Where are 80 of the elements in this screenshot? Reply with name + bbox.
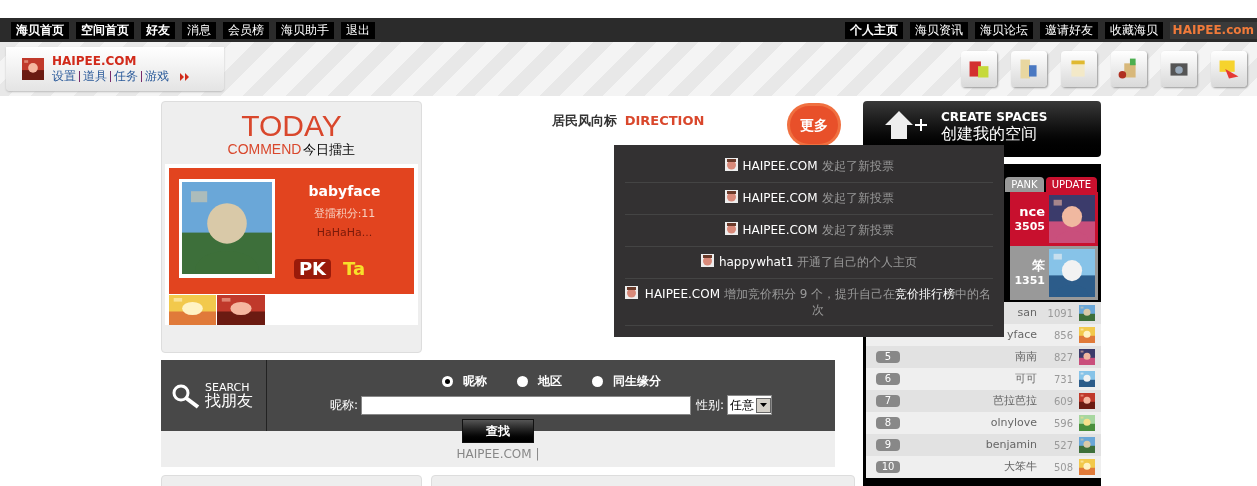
member-score: 1091 xyxy=(1046,306,1074,321)
search-footer: HAIPEE.COM | xyxy=(456,445,540,463)
nav-link[interactable]: 海贝论坛 xyxy=(974,21,1033,39)
rank-badge: 5 xyxy=(876,351,900,363)
rank-badge: 8 xyxy=(876,417,900,429)
rank-badge: 10 xyxy=(876,461,900,473)
champion-score: 登擂积分:11 xyxy=(313,206,376,223)
nav-link[interactable]: 个人主页 xyxy=(844,21,903,39)
activity-text: HAIPEE.COM 发起了新投票 xyxy=(742,190,894,206)
user-link[interactable]: 设置 xyxy=(52,69,76,84)
commend-label: 今日擂主 xyxy=(303,141,356,159)
nav-link[interactable]: 好友 xyxy=(141,21,175,39)
avatar-icon xyxy=(700,254,714,267)
rank-badge: 7 xyxy=(876,395,900,407)
activity-text: HAIPEE.COM 发起了新投票 xyxy=(742,222,894,238)
member-score: 827 xyxy=(1052,350,1074,365)
member-name[interactable]: 芭拉芭拉 xyxy=(900,392,1037,410)
search-button[interactable]: 查找 xyxy=(462,419,534,443)
avatar-icon xyxy=(724,222,738,235)
nav-link[interactable]: 会员榜 xyxy=(223,21,269,39)
double-arrow-icon[interactable] xyxy=(180,72,190,81)
member-score: 596 xyxy=(1052,416,1074,431)
search-icon xyxy=(171,382,201,409)
search-option[interactable]: 昵称 xyxy=(441,372,487,390)
search-option[interactable]: 地区 xyxy=(516,372,562,390)
field-label: 昵称: xyxy=(329,397,358,414)
nav-link[interactable]: 海贝资讯 xyxy=(909,21,968,39)
champion-motto: HaHaHa... xyxy=(316,224,373,241)
caret-icon xyxy=(760,403,768,407)
pk-button[interactable]: PK xyxy=(293,258,331,279)
user-link[interactable]: 任务 xyxy=(114,69,138,84)
nav-link[interactable]: 邀请好友 xyxy=(1039,21,1098,39)
member-score: 527 xyxy=(1052,438,1074,453)
ranking-link[interactable]: 竞价排行榜 xyxy=(895,287,956,301)
avatar-icon xyxy=(625,286,638,299)
user-link[interactable]: 游戏 xyxy=(145,69,169,84)
site-name: HAIPEE.COM xyxy=(52,54,138,69)
rank-tab[interactable]: UPDATE xyxy=(1045,177,1097,192)
nickname-field[interactable] xyxy=(361,395,691,415)
member-score: 609 xyxy=(1052,394,1074,409)
member-name[interactable]: 大笨牛 xyxy=(900,458,1037,476)
gender-select[interactable]: 任意 xyxy=(727,395,773,415)
search-option[interactable]: 同生缘分 xyxy=(591,372,661,390)
app-icon[interactable] xyxy=(1011,51,1047,87)
member-score: 856 xyxy=(1052,328,1074,343)
rank-badge: 6 xyxy=(876,373,900,385)
featured-member[interactable]: nce 3505 xyxy=(1010,192,1098,246)
search-title: 找朋友 xyxy=(205,393,253,409)
nav-link[interactable]: 退出 xyxy=(341,21,375,39)
member-name[interactable]: 可可 xyxy=(900,370,1037,388)
member-name[interactable]: olnylove xyxy=(900,414,1037,432)
app-icon[interactable] xyxy=(1161,51,1197,87)
app-icon[interactable] xyxy=(961,51,997,87)
more-badge[interactable]: 更多 xyxy=(790,106,838,144)
member-score: 508 xyxy=(1052,460,1074,475)
avatar-icon xyxy=(724,158,738,171)
champion-name[interactable]: babyface xyxy=(308,181,381,203)
member-score: 731 xyxy=(1052,372,1074,387)
app-icon[interactable] xyxy=(1211,51,1247,87)
site-logo[interactable]: HAIPEE.com xyxy=(1169,21,1257,39)
nav-link[interactable]: 收藏海贝 xyxy=(1104,21,1163,39)
activity-text: happywhat1 开通了自己的个人主页 xyxy=(718,254,918,270)
today-title: TODAY xyxy=(241,112,342,140)
member-name[interactable]: benjamin xyxy=(900,436,1037,454)
search-title-en: SEARCH xyxy=(205,382,250,393)
app-icon[interactable] xyxy=(1111,51,1147,87)
section-title: 居民风向标 xyxy=(551,112,617,130)
user-link[interactable]: 道具 xyxy=(83,69,107,84)
section-title-en: DIRECTION xyxy=(624,112,705,130)
nav-link[interactable]: 消息 xyxy=(182,21,216,39)
member-name[interactable]: 南南 xyxy=(900,348,1037,366)
nav-link[interactable]: 海贝首页 xyxy=(11,21,69,39)
commend-label: COMMEND xyxy=(227,141,302,157)
nav-link[interactable]: 空间首页 xyxy=(76,21,134,39)
rank-badge: 9 xyxy=(876,439,900,451)
avatar-icon xyxy=(724,190,738,203)
nav-link[interactable]: 海贝助手 xyxy=(276,21,334,39)
field-label: 性别: xyxy=(696,397,725,414)
activity-text: HAIPEE.COM 增加竞价积分 9 个，提升自己在竞价排行榜中的名次 xyxy=(643,286,993,318)
activity-text: HAIPEE.COM 发起了新投票 xyxy=(742,158,894,174)
